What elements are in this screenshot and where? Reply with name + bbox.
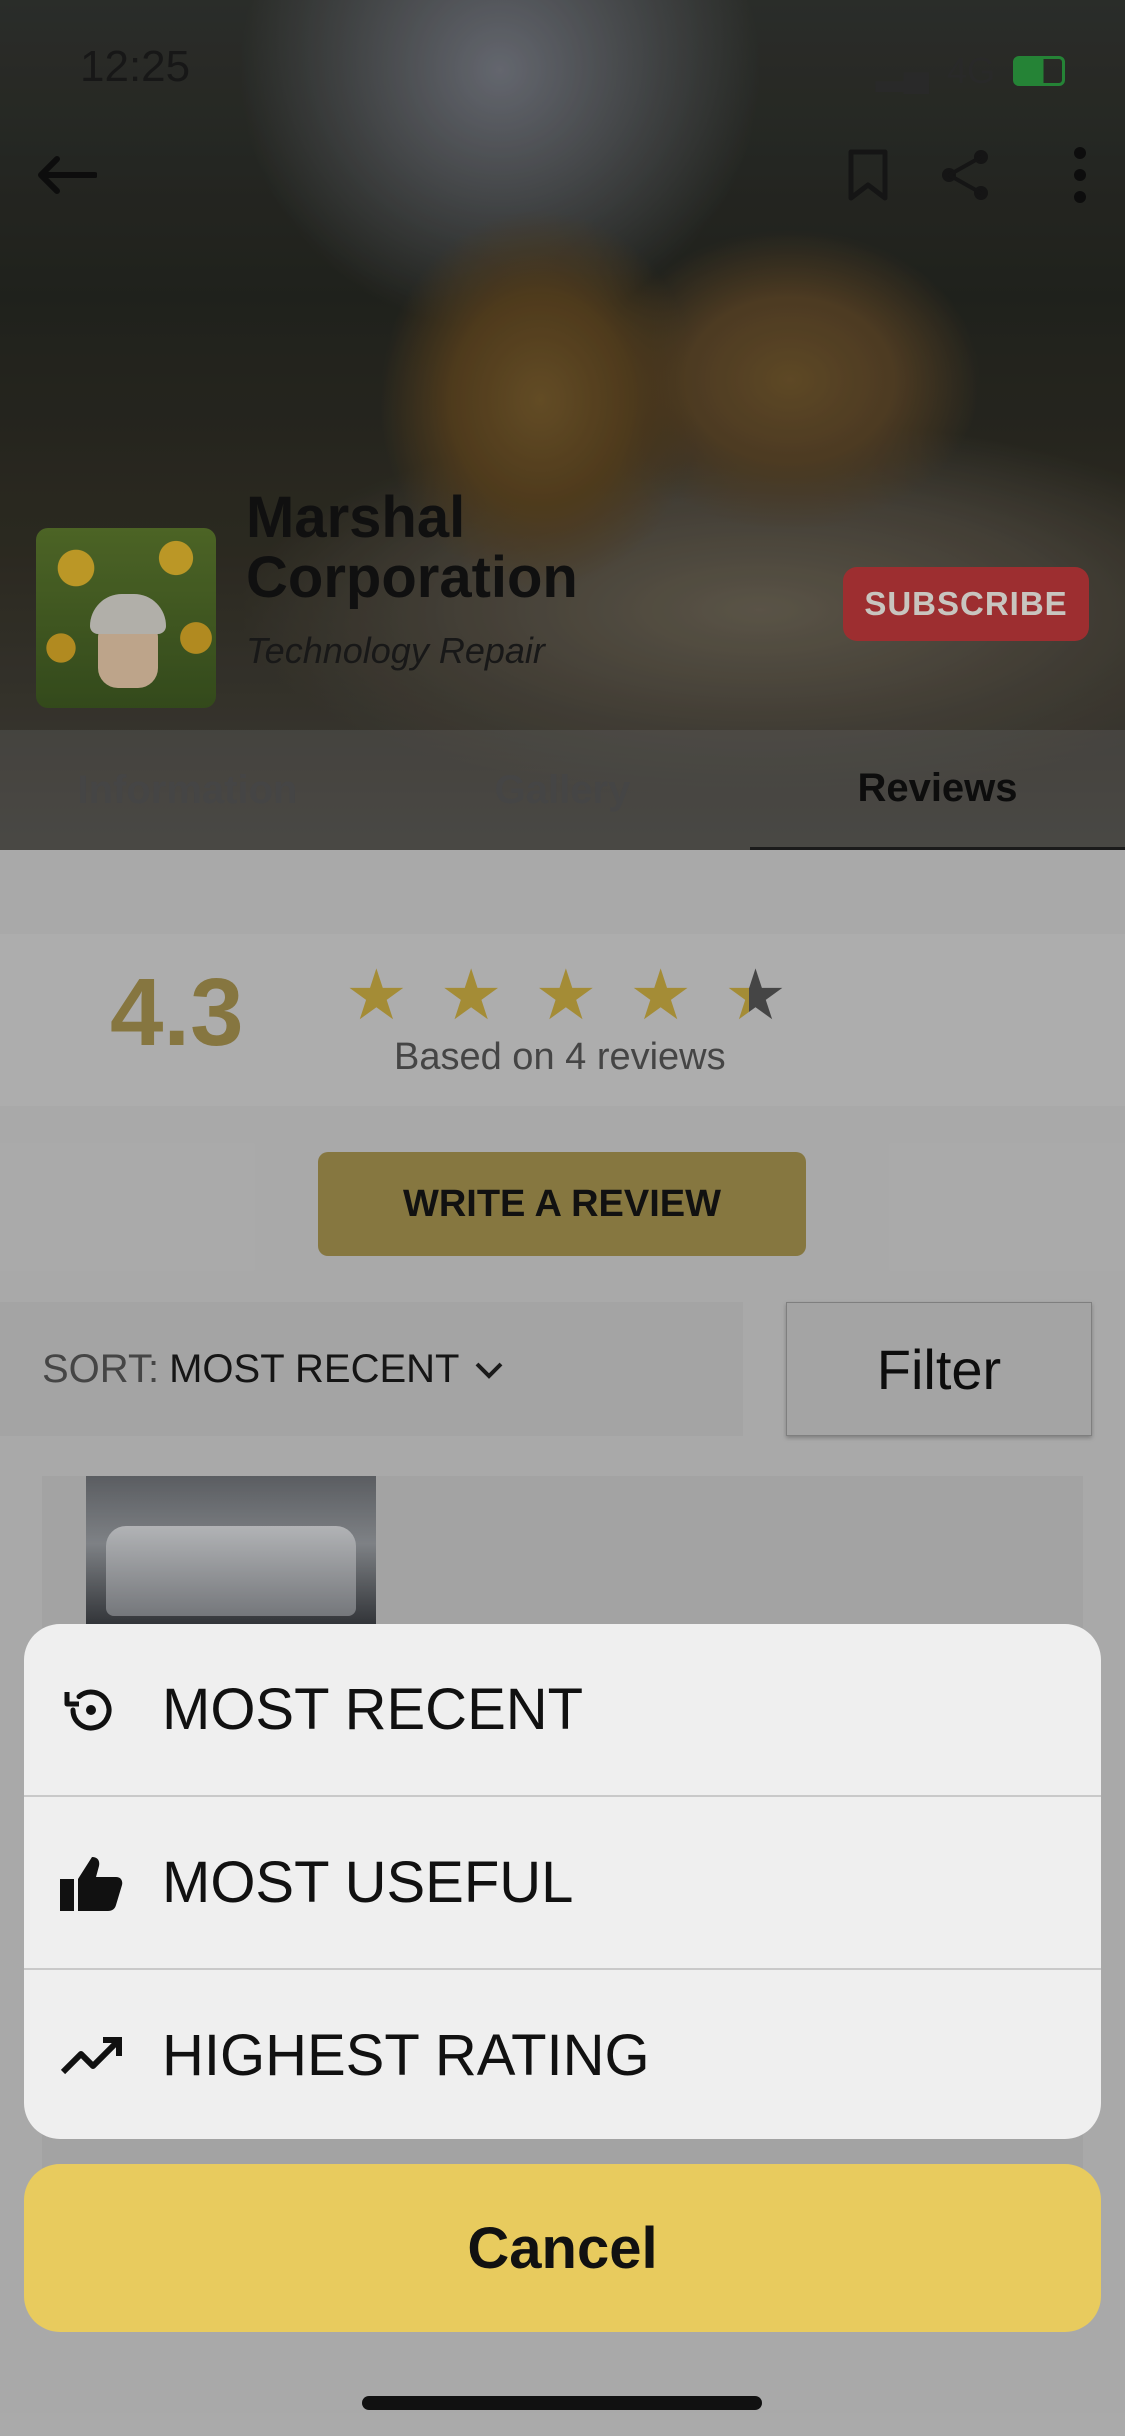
history-icon [56, 1675, 126, 1745]
sort-option-most-useful[interactable]: MOST USEFUL [24, 1797, 1101, 1968]
sort-option-highest-rating[interactable]: HIGHEST RATING [24, 1970, 1101, 2139]
trending-up-icon [56, 2021, 126, 2091]
sort-option-label: MOST USEFUL [162, 1850, 574, 1915]
cancel-button[interactable]: Cancel [24, 2164, 1101, 2332]
sort-option-label: MOST RECENT [162, 1677, 584, 1742]
sort-option-most-recent[interactable]: MOST RECENT [24, 1624, 1101, 1795]
sort-action-sheet: MOST RECENT MOST USEFUL HIGHEST RATING [24, 1624, 1101, 2139]
home-indicator[interactable] [362, 2396, 762, 2410]
sort-option-label: HIGHEST RATING [162, 2023, 650, 2088]
thumbs-up-icon [56, 1848, 126, 1918]
